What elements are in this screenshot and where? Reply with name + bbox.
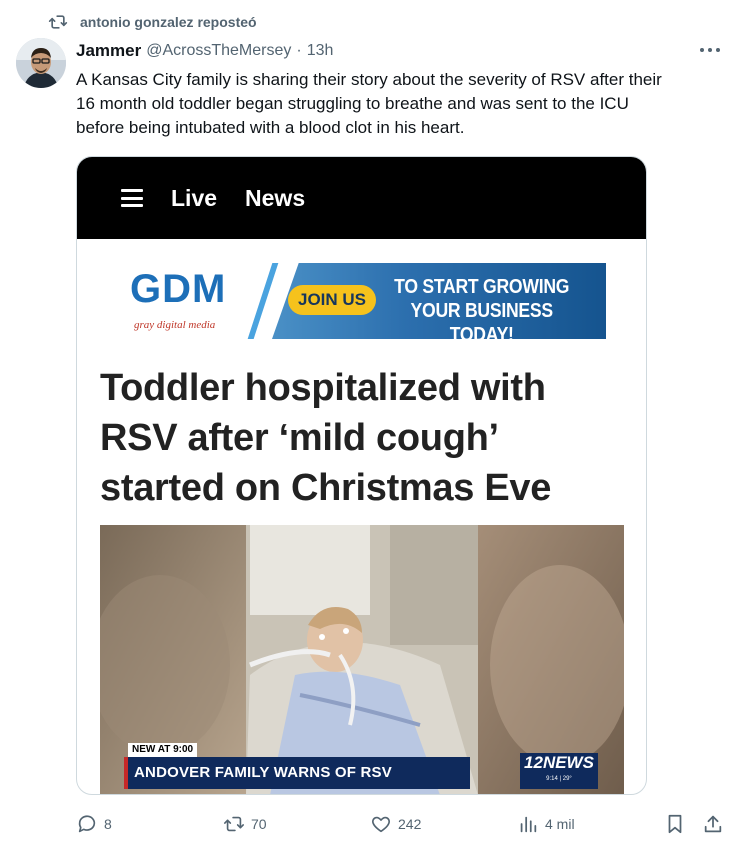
repost-icon: [48, 15, 68, 29]
heart-icon: [372, 816, 390, 833]
tweet-text: A Kansas City family is sharing their st…: [76, 68, 726, 140]
headline-line: started on Christmas Eve: [100, 467, 552, 509]
ad-cta-line: YOUR BUSINESS TODAY!: [410, 300, 554, 339]
news-video-still: NEW AT 9:00 ANDOVER FAMILY WARNS OF RSV …: [100, 525, 624, 794]
repost-button[interactable]: 70: [223, 810, 267, 838]
repost-header: antonio gonzalez reposteó: [48, 10, 257, 34]
bookmark-icon: [668, 814, 682, 834]
hamburger-menu-icon: [121, 189, 143, 207]
lower-third-caption: ANDOVER FAMILY WARNS OF RSV DANGERS: [124, 757, 470, 789]
author-name[interactable]: Jammer: [76, 41, 141, 61]
site-nav-bar: Live News: [77, 157, 646, 239]
more-icon: [700, 48, 720, 52]
tweet-text-line: before being intubated with a blood clot…: [76, 118, 465, 137]
like-button[interactable]: 242: [370, 810, 421, 838]
views-button[interactable]: 4 mil: [517, 810, 575, 838]
media-card[interactable]: Live News GDM gray digital media JOIN US…: [76, 156, 647, 795]
share-button[interactable]: [702, 810, 724, 838]
news-flag: NEW AT 9:00: [128, 743, 198, 757]
more-options-button[interactable]: [696, 38, 724, 62]
tweet-text-line: A Kansas City family is sharing their st…: [76, 70, 662, 89]
nav-item-news: News: [245, 184, 306, 211]
bookmark-button[interactable]: [664, 810, 686, 838]
ad-join-button: JOIN US: [288, 285, 376, 315]
ad-logo: GDM: [130, 267, 227, 311]
repost-icon: [224, 816, 244, 832]
reposted-by-label[interactable]: antonio gonzalez reposteó: [80, 14, 257, 30]
lower-third: NEW AT 9:00 ANDOVER FAMILY WARNS OF RSV …: [100, 743, 624, 794]
author-handle[interactable]: @AcrossTheMersey: [146, 42, 291, 60]
ad-cta: TO START GROWING YOUR BUSINESS TODAY!: [384, 275, 579, 339]
ad-banner: GDM gray digital media JOIN US TO START …: [122, 263, 606, 339]
ad-cta-line: TO START GROWING: [394, 276, 570, 298]
ad-tagline: gray digital media: [134, 319, 216, 331]
avatar-image: [16, 38, 66, 88]
like-count: 242: [398, 816, 422, 832]
tweet-text-line: 16 month old toddler began struggling to…: [76, 94, 629, 113]
nav-item-live: Live: [171, 184, 218, 211]
avatar[interactable]: [16, 38, 66, 88]
share-icon: [704, 815, 722, 833]
tweet-header: Jammer @AcrossTheMersey · 13h: [76, 40, 724, 62]
station-logo: 12NEWS 9:14 | 29°: [520, 753, 598, 789]
views-count: 4 mil: [545, 816, 575, 832]
station-ticker: 9:14 | 29°: [546, 776, 572, 782]
repost-count: 70: [251, 816, 267, 832]
reply-count: 8: [104, 816, 112, 832]
reply-icon: [78, 815, 96, 833]
separator-dot: ·: [296, 42, 302, 59]
reply-button[interactable]: 8: [76, 810, 112, 838]
action-bar: 8 70 242 4 mil: [76, 810, 726, 838]
station-name: 12NEWS: [524, 753, 594, 772]
headline-line: Toddler hospitalized with: [100, 367, 546, 409]
headline-line: RSV after ‘mild cough’: [100, 417, 499, 459]
ad-divider: [247, 263, 279, 339]
timestamp[interactable]: 13h: [307, 42, 334, 60]
article-headline: Toddler hospitalized with RSV after ‘mil…: [100, 363, 630, 513]
analytics-icon: [520, 816, 537, 833]
